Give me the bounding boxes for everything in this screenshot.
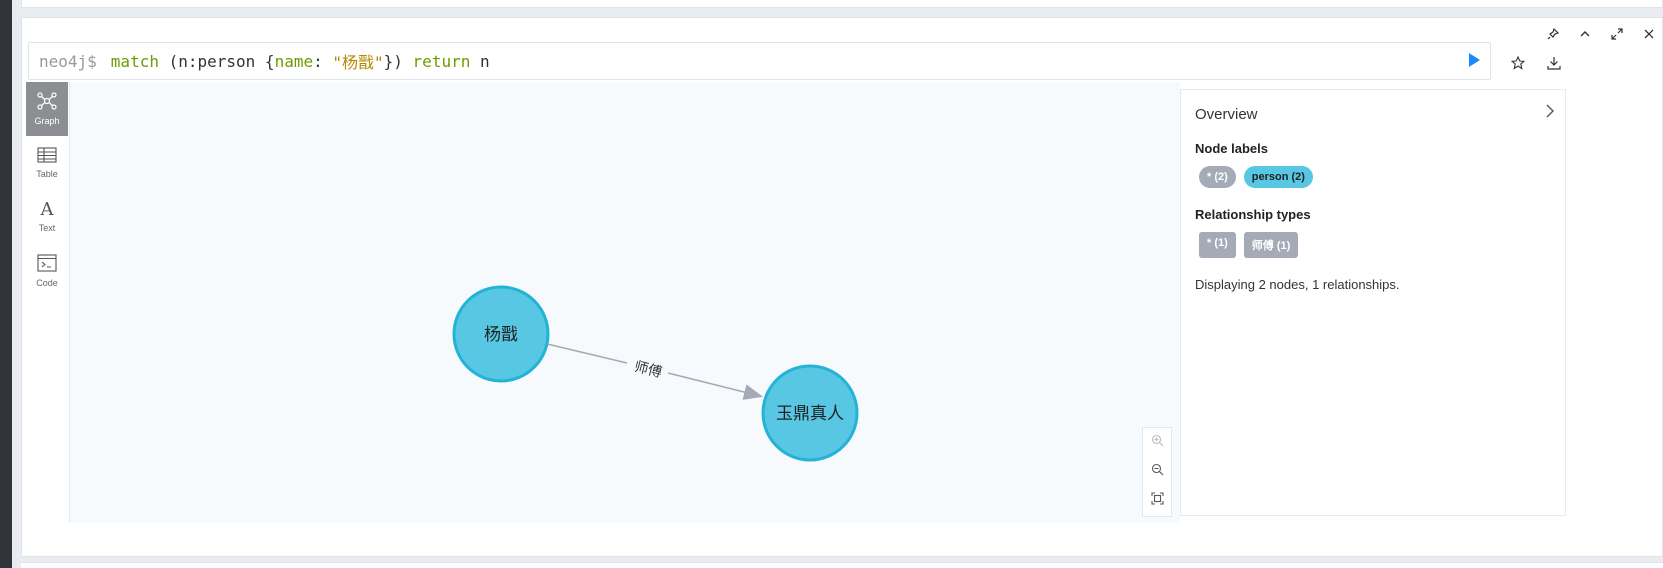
code-icon <box>37 254 57 274</box>
relationship-type-pills: * (1) 师傅 (1) <box>1195 232 1551 258</box>
query-property: name <box>274 51 314 71</box>
view-tab-text-label: Text <box>38 223 56 233</box>
view-switcher-sidebar: Graph Table A Text Code <box>26 82 70 523</box>
query-keyword-return: return <box>412 51 471 71</box>
node-yangjian-label: 杨戬 <box>484 325 518 345</box>
node-labels-heading: Node labels <box>1195 141 1268 156</box>
view-tab-table-label: Table <box>36 169 58 179</box>
overview-summary: Displaying 2 nodes, 1 relationships. <box>1195 277 1400 292</box>
view-tab-text[interactable]: A Text <box>26 190 68 244</box>
zoom-in-icon[interactable] <box>1151 434 1164 452</box>
rel-type-pill-all[interactable]: * (1) <box>1199 232 1236 258</box>
node-yudingzhenren-label: 玉鼎真人 <box>776 404 844 424</box>
node-label-pill-person[interactable]: person (2) <box>1243 166 1313 188</box>
chevron-right-icon[interactable] <box>1545 104 1555 121</box>
query-editor[interactable]: neo4j$ match (n:person {name: "杨戬"}) ret… <box>28 42 1491 80</box>
graph-canvas[interactable]: 师傅 杨戬 玉鼎真人 <box>70 82 1180 523</box>
result-frame: neo4j$ match (n:person {name: "杨戬"}) ret… <box>21 17 1663 557</box>
previous-frame-edge <box>21 0 1663 8</box>
relationship-edge-arrow[interactable] <box>667 372 764 400</box>
app-left-rail <box>0 0 12 568</box>
close-icon[interactable] <box>1636 23 1662 45</box>
collapse-icon[interactable] <box>1572 23 1598 45</box>
view-tab-graph-label: Graph <box>34 116 60 126</box>
graph-icon <box>37 92 57 112</box>
view-tab-code[interactable]: Code <box>26 244 68 298</box>
text-icon: A <box>40 199 54 220</box>
rel-type-pill-shifu[interactable]: 师傅 (1) <box>1243 232 1299 258</box>
zoom-controls <box>1142 427 1172 517</box>
zoom-out-icon[interactable] <box>1151 463 1164 481</box>
overview-panel: Overview Node labels * (2) person (2) Re… <box>1180 89 1566 516</box>
pin-icon[interactable] <box>1540 23 1566 45</box>
editor-prompt: neo4j$ <box>39 51 97 71</box>
frame-controls <box>1540 22 1662 46</box>
fit-to-screen-icon[interactable] <box>1150 492 1164 510</box>
next-frame-edge <box>21 562 1663 568</box>
overview-title: Overview <box>1195 106 1258 123</box>
view-tab-graph[interactable]: Graph <box>26 82 68 136</box>
relationship-label[interactable]: 师傅 <box>632 359 663 381</box>
query-pattern: (n:person { <box>158 51 275 71</box>
node-label-pills: * (2) person (2) <box>1195 166 1551 188</box>
view-tab-code-label: Code <box>36 278 58 288</box>
graph-visualization[interactable]: 师傅 杨戬 玉鼎真人 <box>70 82 1180 523</box>
view-tab-table[interactable]: Table <box>26 136 68 190</box>
query-close: }) <box>383 51 413 71</box>
table-icon <box>37 147 57 165</box>
query-colon: : <box>313 51 333 71</box>
download-icon[interactable] <box>1542 51 1566 75</box>
relationship-types-heading: Relationship types <box>1195 207 1311 222</box>
fullscreen-icon[interactable] <box>1604 23 1630 45</box>
query-string: "杨戬" <box>332 53 384 72</box>
query-variable: n <box>470 51 490 71</box>
node-label-pill-all[interactable]: * (2) <box>1199 166 1236 188</box>
favorite-star-icon[interactable] <box>1506 51 1530 75</box>
run-button[interactable] <box>1469 53 1480 67</box>
query-keyword-match: match <box>110 51 159 71</box>
